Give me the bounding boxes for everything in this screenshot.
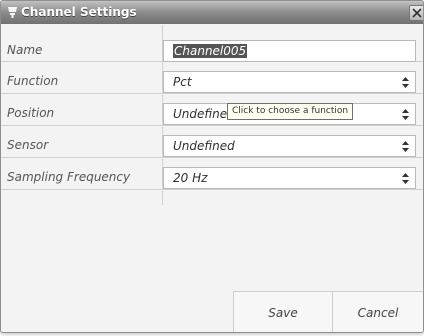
- position-value: Undefine: [173, 107, 228, 121]
- position-label: Position: [7, 106, 55, 120]
- updown-arrows-icon: [402, 173, 409, 184]
- row-divider: [1, 189, 423, 190]
- sampling-frequency-label: Sampling Frequency: [7, 170, 131, 184]
- row-divider: [1, 125, 423, 126]
- dialog-title: Channel Settings: [21, 5, 137, 19]
- name-label: Name: [7, 43, 43, 57]
- function-value: Pct: [173, 75, 192, 89]
- function-tooltip: Click to choose a function: [227, 103, 354, 120]
- updown-arrows-icon: [402, 109, 409, 120]
- channel-settings-dialog: Channel Settings Name Channel005 Functio…: [0, 0, 424, 333]
- row-divider: [1, 93, 423, 94]
- updown-arrows-icon: [402, 141, 409, 152]
- cancel-button[interactable]: Cancel: [332, 291, 423, 332]
- function-select[interactable]: Pct: [163, 71, 416, 93]
- sampling-frequency-select[interactable]: 20 Hz: [163, 167, 416, 189]
- save-button[interactable]: Save: [233, 291, 332, 332]
- name-value: Channel005: [173, 44, 248, 58]
- sampling-frequency-value: 20 Hz: [173, 171, 208, 185]
- close-icon: [412, 8, 422, 18]
- function-label: Function: [7, 74, 59, 88]
- sensor-select[interactable]: Undefined: [163, 135, 416, 157]
- close-button[interactable]: [409, 5, 423, 21]
- sensor-value: Undefined: [173, 139, 235, 153]
- row-divider: [1, 157, 423, 158]
- title-bar[interactable]: Channel Settings: [1, 1, 423, 24]
- updown-arrows-icon: [402, 77, 409, 88]
- app-icon: [8, 7, 17, 18]
- name-input[interactable]: Channel005: [163, 40, 416, 62]
- sensor-label: Sensor: [7, 138, 49, 152]
